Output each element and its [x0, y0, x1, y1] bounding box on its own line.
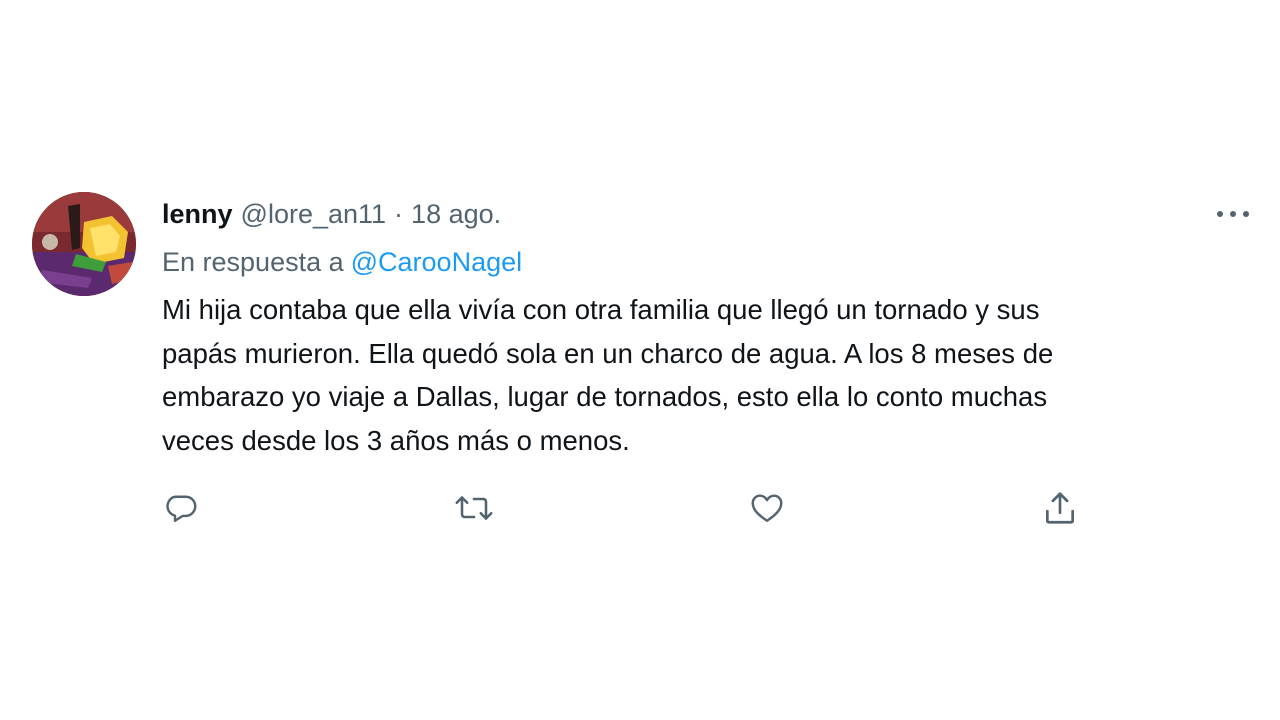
- avatar[interactable]: [32, 192, 136, 296]
- reply-prefix: En respuesta a: [162, 246, 344, 277]
- tweet-card: lenny @lore_an11 · 18 ago. En respuesta …: [0, 0, 1280, 720]
- heart-icon: [751, 494, 783, 522]
- more-horizontal-icon: [1217, 211, 1249, 217]
- reply-context: En respuesta a @CarooNagel: [162, 244, 522, 280]
- retweet-icon: [455, 496, 493, 520]
- share-button[interactable]: [1040, 486, 1080, 530]
- separator-dot: ·: [394, 198, 404, 229]
- reply-bubble-icon: [166, 495, 197, 522]
- tweet-text: Mi hija contaba que ella vivía con otra …: [162, 294, 1054, 456]
- tweet-date[interactable]: 18 ago.: [411, 199, 501, 230]
- reply-mention-link[interactable]: @CarooNagel: [351, 247, 523, 278]
- like-button[interactable]: [747, 486, 787, 530]
- share-upload-icon: [1045, 492, 1075, 524]
- avatar-image: [32, 192, 136, 296]
- author-display-name[interactable]: lenny: [162, 199, 233, 230]
- reply-button[interactable]: [161, 486, 201, 530]
- tweet-header: lenny @lore_an11 · 18 ago.: [162, 196, 501, 232]
- author-handle[interactable]: @lore_an11: [241, 199, 387, 230]
- retweet-button[interactable]: [454, 486, 494, 530]
- more-options-button[interactable]: [1212, 200, 1254, 228]
